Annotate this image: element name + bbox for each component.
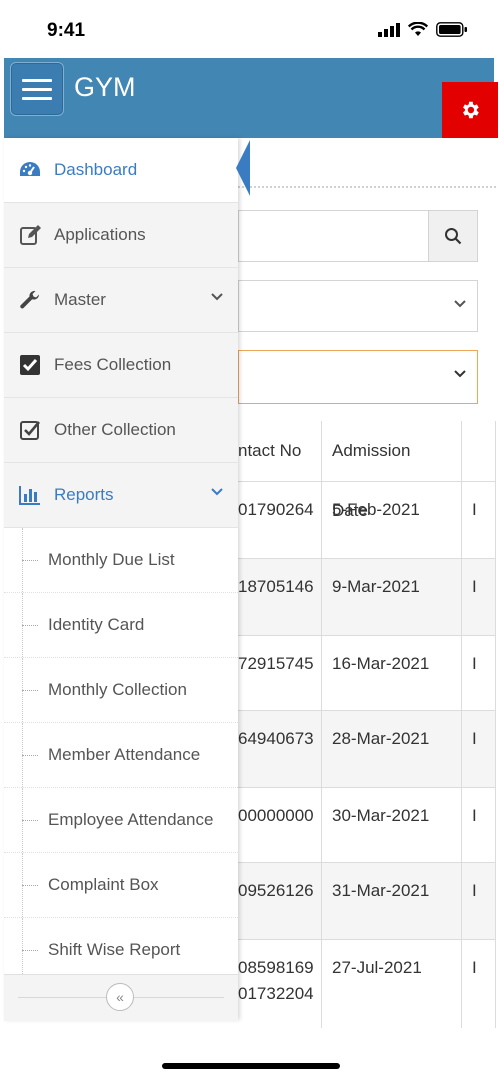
chevron-down-icon <box>454 300 466 308</box>
wrench-icon <box>20 290 40 309</box>
sidebar-subitem-label: Member Attendance <box>48 745 201 764</box>
battery-icon <box>436 22 467 37</box>
home-indicator <box>162 1063 340 1069</box>
sidebar-item-label: Applications <box>54 225 146 244</box>
status-icons <box>378 22 468 37</box>
members-table: ntact No Admission Date 01790264 5-Feb-2… <box>238 421 496 1028</box>
sidebar-subitem-label: Shift Wise Report <box>48 940 181 959</box>
table-row[interactable]: 00000000 30-Mar-2021 I <box>238 788 496 863</box>
gear-icon <box>463 101 479 119</box>
app-title: GYM <box>74 72 136 102</box>
status-time: 9:41 <box>47 20 86 41</box>
sidebar-collapse-bar: « <box>4 974 238 1021</box>
sidebar-subitem-label: Identity Card <box>48 615 145 634</box>
checkbox-checked-icon <box>20 355 40 375</box>
sidebar-subitem-monthly-collection[interactable]: Monthly Collection <box>4 658 238 723</box>
checkbox-outline-icon <box>20 421 40 440</box>
edit-icon <box>20 225 41 245</box>
sidebar-subitem-label: Complaint Box <box>48 875 159 894</box>
table-row[interactable]: 01790264 5-Feb-2021 I <box>238 482 496 559</box>
status-select[interactable] <box>238 350 478 404</box>
filter-select[interactable] <box>238 280 478 332</box>
sidebar-item-master[interactable]: Master <box>4 268 238 333</box>
sidebar-subitem-label: Monthly Due List <box>48 550 175 569</box>
sidebar-item-label: Master <box>54 290 106 309</box>
bar-chart-icon <box>19 486 40 505</box>
sidebar-subitem-identity-card[interactable]: Identity Card <box>4 593 238 658</box>
column-header-contact: ntact No <box>238 421 322 481</box>
dashboard-icon <box>20 162 40 176</box>
sidebar-item-label: Fees Collection <box>54 355 172 374</box>
wifi-icon <box>408 22 428 36</box>
table-row[interactable]: 72915745 16-Mar-2021 I <box>238 636 496 711</box>
sidebar-subitem-monthly-due-list[interactable]: Monthly Due List <box>4 528 238 593</box>
table-header: ntact No Admission Date <box>238 421 496 520</box>
main-content: ntact No Admission Date 01790264 5-Feb-2… <box>238 138 496 1028</box>
divider <box>238 186 496 188</box>
chevron-down-icon <box>211 488 223 496</box>
signal-icon <box>378 22 400 37</box>
table-row[interactable]: 18705146 9-Mar-2021 I <box>238 559 496 636</box>
column-header-extra <box>462 421 496 481</box>
active-indicator <box>236 140 250 196</box>
sidebar-item-fees-collection[interactable]: Fees Collection <box>4 333 238 398</box>
sidebar-item-applications[interactable]: Applications <box>4 203 238 268</box>
sidebar-subitem-label: Employee Attendance <box>48 810 214 829</box>
sidebar-subitem-member-attendance[interactable]: Member Attendance <box>4 723 238 788</box>
sidebar-item-reports[interactable]: Reports <box>4 463 238 528</box>
table-row[interactable]: 64940673 28-Mar-2021 I <box>238 711 496 788</box>
sidebar-subitem-label: Monthly Collection <box>48 680 187 699</box>
status-bar: 9:41 <box>0 0 500 58</box>
hamburger-icon <box>22 78 52 82</box>
settings-button[interactable] <box>442 82 498 138</box>
search-icon <box>445 228 462 245</box>
search-button[interactable] <box>428 211 477 261</box>
search-input[interactable] <box>238 210 478 262</box>
sidebar-item-label: Dashboard <box>54 160 138 179</box>
app-header: GYM <box>4 58 498 138</box>
table-row[interactable]: 08598169 01732204 27-Jul-2021 I <box>238 940 496 1028</box>
menu-button[interactable] <box>10 62 64 116</box>
sidebar-item-dashboard[interactable]: Dashboard <box>4 138 250 203</box>
table-row[interactable]: 09526126 31-Mar-2021 I <box>238 863 496 940</box>
sidebar-subitem-employee-attendance[interactable]: Employee Attendance <box>4 788 238 853</box>
sidebar-subitem-complaint-box[interactable]: Complaint Box <box>4 853 238 918</box>
chevron-down-icon <box>454 370 466 378</box>
sidebar-item-other-collection[interactable]: Other Collection <box>4 398 238 463</box>
sidebar: Dashboard Applications Master Fees Colle… <box>4 138 250 1021</box>
chevron-down-icon <box>211 293 223 301</box>
column-header-admission-date: Admission Date <box>322 421 462 520</box>
sidebar-item-label: Reports <box>54 485 114 504</box>
sidebar-item-label: Other Collection <box>54 420 176 439</box>
collapse-sidebar-button[interactable]: « <box>106 983 134 1011</box>
